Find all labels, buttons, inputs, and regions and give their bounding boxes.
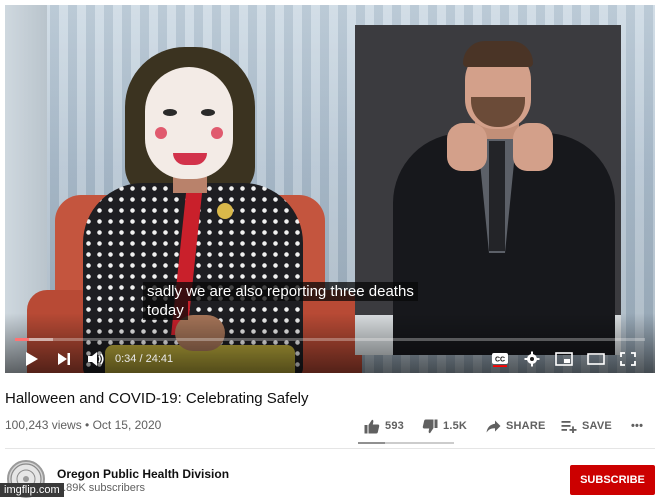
captions-button[interactable]: CC: [489, 347, 511, 371]
fullscreen-button[interactable]: [617, 347, 639, 371]
like-count: 593: [385, 420, 404, 432]
play-button[interactable]: [21, 347, 43, 371]
closed-captions-icon: CC: [492, 353, 508, 367]
meta-separator: •: [81, 418, 93, 432]
settings-button[interactable]: [521, 347, 543, 371]
progress-bar[interactable]: [15, 338, 645, 341]
next-icon: [58, 353, 70, 365]
playlist-add-icon: [561, 420, 577, 433]
volume-icon: [88, 352, 104, 366]
time-display: 0:34 / 24:41: [115, 353, 173, 365]
view-count: 100,243 views: [5, 418, 82, 432]
time-total: 24:41: [145, 353, 174, 365]
miniplayer-icon: [555, 352, 573, 366]
save-button[interactable]: SAVE: [561, 416, 612, 436]
settings-icon: [524, 351, 540, 367]
share-button[interactable]: SHARE: [486, 416, 546, 436]
save-label: SAVE: [582, 420, 612, 432]
player-controls: 0:34 / 24:41 CC: [5, 345, 655, 373]
channel-name[interactable]: Oregon Public Health Division: [57, 467, 229, 481]
svg-text:CC: CC: [495, 357, 505, 364]
share-icon: [486, 420, 501, 432]
dislike-button[interactable]: 1.5K: [422, 416, 467, 436]
publish-date: Oct 15, 2020: [92, 418, 162, 432]
theater-mode-button[interactable]: [585, 347, 607, 371]
volume-button[interactable]: [85, 347, 107, 371]
sentiment-bar: [358, 442, 454, 444]
video-title: Halloween and COVID-19: Celebrating Safe…: [5, 390, 309, 407]
caption-line-1: sadly we are also reporting three deaths: [143, 282, 418, 301]
like-button[interactable]: 593: [364, 416, 404, 436]
thumbs-down-icon: [422, 419, 438, 433]
next-button[interactable]: [53, 347, 75, 371]
subscribe-button[interactable]: SUBSCRIBE: [570, 465, 655, 495]
thumbs-up-icon: [364, 419, 380, 433]
share-label: SHARE: [506, 420, 546, 432]
watermark: imgflip.com: [0, 483, 64, 497]
youtube-watch-page: sadly we are also reporting three deaths…: [0, 0, 669, 500]
theater-mode-icon: [587, 353, 605, 365]
video-meta: 100,243 views • Oct 15, 2020: [5, 418, 161, 432]
sentiment-like-fill: [358, 442, 385, 444]
miniplayer-button[interactable]: [553, 347, 575, 371]
more-actions-button[interactable]: •••: [631, 416, 643, 436]
video-player[interactable]: sadly we are also reporting three deaths…: [5, 5, 655, 373]
progress-buffered: [15, 338, 53, 341]
more-icon: •••: [631, 420, 644, 432]
subscriber-count: 6.89K subscribers: [57, 482, 146, 494]
time-separator: /: [136, 353, 146, 365]
time-current: 0:34: [115, 353, 137, 365]
dislike-count: 1.5K: [443, 420, 468, 432]
play-icon: [26, 352, 38, 366]
fullscreen-icon: [620, 352, 636, 366]
divider: [5, 448, 655, 449]
